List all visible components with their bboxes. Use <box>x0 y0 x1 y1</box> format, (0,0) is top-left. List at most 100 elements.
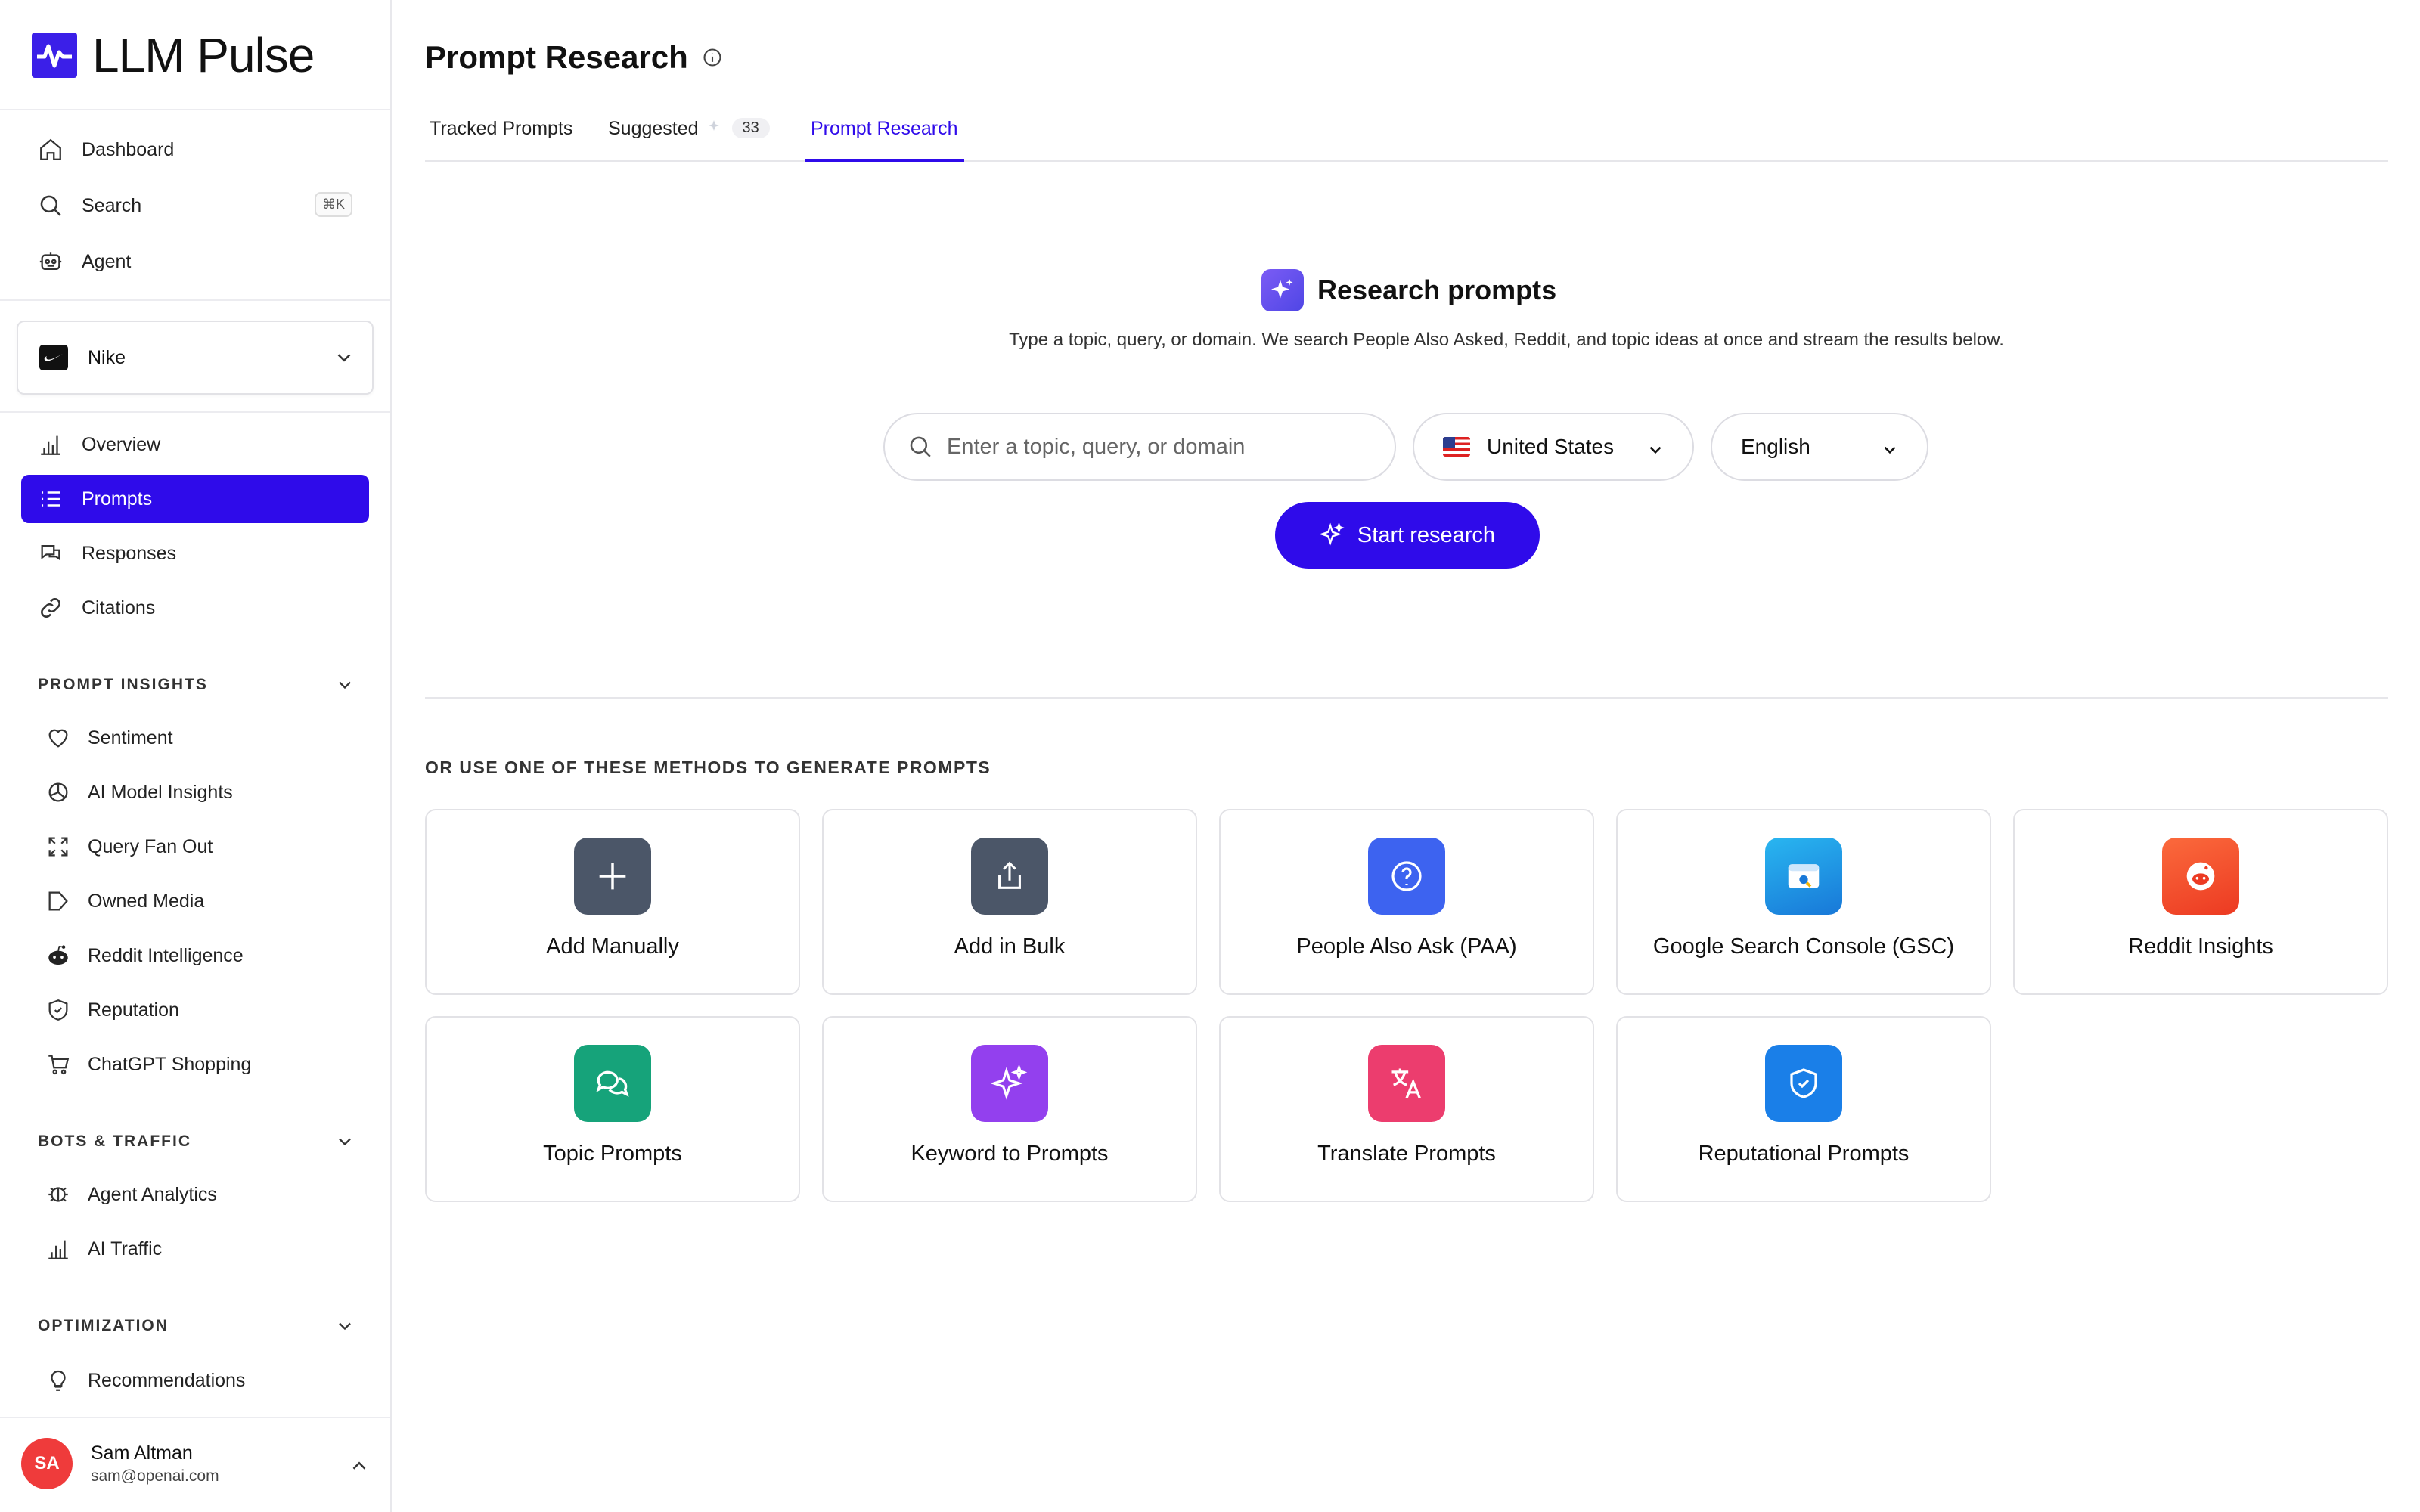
method-card-people-also-ask[interactable]: People Also Ask (PAA) <box>1219 809 1594 995</box>
tab-label: Prompt Research <box>811 118 958 139</box>
sidebar-item-prompts[interactable]: Prompts <box>21 475 369 523</box>
card-label: Add in Bulk <box>954 934 1066 959</box>
app-name: LLM Pulse <box>92 28 315 82</box>
bug-icon <box>48 1187 68 1202</box>
sidebar-item-label: Agent Analytics <box>88 1183 217 1205</box>
sidebar-item-sentiment[interactable]: Sentiment <box>45 715 363 761</box>
search-icon <box>40 195 61 216</box>
sidebar-item-dashboard[interactable]: Dashboard <box>21 125 369 174</box>
search-input-wrapper[interactable] <box>883 413 1396 481</box>
tab-tracked-prompts[interactable]: Tracked Prompts <box>430 118 572 162</box>
method-card-keyword-to-prompts[interactable]: Keyword to Prompts <box>822 1016 1197 1202</box>
card-label: Reputational Prompts <box>1698 1142 1910 1166</box>
divider <box>0 109 390 110</box>
research-heading: Research prompts <box>1261 269 1556 311</box>
brand-selector[interactable]: Nike <box>17 321 374 395</box>
sparkles-icon <box>1261 269 1304 311</box>
reddit-icon <box>48 945 68 965</box>
sidebar-item-owned-media[interactable]: Owned Media <box>45 878 363 924</box>
card-label: Add Manually <box>546 934 679 959</box>
bar-chart-icon <box>48 1240 68 1259</box>
method-card-reputational-prompts[interactable]: Reputational Prompts <box>1616 1016 1991 1202</box>
list-icon <box>42 491 60 507</box>
brand-name: Nike <box>88 346 126 368</box>
method-card-add-in-bulk[interactable]: Add in Bulk <box>822 809 1197 995</box>
section-header-optimization[interactable]: OPTIMIZATION <box>38 1315 355 1337</box>
info-icon[interactable] <box>702 47 723 68</box>
reddit-icon <box>2162 838 2239 915</box>
sidebar-item-chatgpt-shopping[interactable]: ChatGPT Shopping <box>45 1042 363 1087</box>
sidebar-item-ai-model-insights[interactable]: AI Model Insights <box>45 770 363 815</box>
sidebar-item-ai-traffic[interactable]: AI Traffic <box>45 1226 363 1272</box>
sparkles-icon <box>1319 522 1345 546</box>
divider <box>425 697 2388 699</box>
sidebar-item-label: Prompts <box>82 488 153 510</box>
chevron-down-icon <box>339 1322 351 1331</box>
pulse-logo-icon <box>32 33 77 78</box>
sidebar-item-label: Sentiment <box>88 727 173 748</box>
sidebar-item-label: Reddit Intelligence <box>88 944 244 966</box>
tag-icon <box>48 891 68 911</box>
card-label: People Also Ask (PAA) <box>1296 934 1517 959</box>
home-icon <box>40 138 61 160</box>
method-card-reddit-insights[interactable]: Reddit Insights <box>2013 809 2388 995</box>
tab-label: Tracked Prompts <box>430 118 573 139</box>
topic-search-input[interactable] <box>947 434 1370 460</box>
card-label: Topic Prompts <box>543 1142 682 1166</box>
sidebar-item-agent-analytics[interactable]: Agent Analytics <box>45 1172 363 1217</box>
sidebar-item-label: Dashboard <box>82 138 175 160</box>
tab-prompt-research[interactable]: Prompt Research <box>805 118 964 162</box>
method-card-gsc[interactable]: Google Search Console (GSC) <box>1616 809 1991 995</box>
language-select[interactable]: English <box>1711 413 1928 481</box>
user-name: Sam Altman <box>91 1442 193 1464</box>
section-title: BOTS & TRAFFIC <box>38 1132 191 1150</box>
user-menu[interactable]: SA Sam Altman sam@openai.com <box>21 1438 366 1489</box>
app-logo[interactable]: LLM Pulse <box>32 27 315 83</box>
tab-suggested[interactable]: Suggested 33 <box>608 118 770 162</box>
avatar: SA <box>21 1438 73 1489</box>
sidebar-item-label: Agent <box>82 250 132 272</box>
sidebar-item-agent[interactable]: Agent <box>21 237 369 286</box>
country-select[interactable]: United States <box>1413 413 1694 481</box>
sidebar-item-label: Search <box>82 194 142 216</box>
sidebar-item-overview[interactable]: Overview <box>21 420 369 469</box>
sidebar-item-reddit-intelligence[interactable]: Reddit Intelligence <box>45 933 363 978</box>
section-header-prompt-insights[interactable]: PROMPT INSIGHTS <box>38 674 355 696</box>
pie-icon <box>48 782 68 802</box>
country-value: United States <box>1487 435 1615 458</box>
sidebar-item-label: Query Fan Out <box>88 835 213 857</box>
chevron-down-icon <box>339 681 351 689</box>
page-header: Prompt Research <box>425 39 723 76</box>
research-description: Type a topic, query, or domain. We searc… <box>1009 330 2004 350</box>
sidebar-item-responses[interactable]: Responses <box>21 529 369 578</box>
section-header-bots-traffic[interactable]: BOTS & TRAFFIC <box>38 1131 355 1152</box>
shield-icon <box>48 999 68 1021</box>
start-research-button[interactable]: Start research <box>1275 502 1540 569</box>
translate-icon <box>1368 1045 1445 1122</box>
sidebar: LLM Pulse Dashboard Search ⌘K Agent Nike… <box>0 0 392 1512</box>
methods-heading: OR USE ONE OF THESE METHODS TO GENERATE … <box>425 758 991 777</box>
sidebar-item-search[interactable]: Search ⌘K <box>21 181 369 230</box>
shield-check-icon <box>1765 1045 1842 1122</box>
tab-label: Suggested <box>608 118 699 139</box>
chevron-down-icon <box>1884 446 1896 454</box>
console-icon <box>1765 838 1842 915</box>
sidebar-item-label: AI Model Insights <box>88 781 233 803</box>
upload-icon <box>971 838 1048 915</box>
chevron-down-icon <box>339 1138 351 1146</box>
sidebar-item-label: Citations <box>82 596 156 618</box>
robot-icon <box>39 252 62 271</box>
bar-chart-icon <box>41 435 60 455</box>
sparkles-icon <box>971 1045 1048 1122</box>
method-card-translate-prompts[interactable]: Translate Prompts <box>1219 1016 1594 1202</box>
sidebar-item-label: Owned Media <box>88 890 205 912</box>
sidebar-item-query-fan-out[interactable]: Query Fan Out <box>45 824 363 869</box>
page-title: Prompt Research <box>425 39 688 75</box>
sidebar-item-citations[interactable]: Citations <box>21 584 369 632</box>
sidebar-item-reputation[interactable]: Reputation <box>45 987 363 1033</box>
heart-icon <box>48 729 68 748</box>
divider <box>0 411 390 413</box>
sidebar-item-recommendations[interactable]: Recommendations <box>45 1358 363 1403</box>
method-card-add-manually[interactable]: Add Manually <box>425 809 800 995</box>
method-card-topic-prompts[interactable]: Topic Prompts <box>425 1016 800 1202</box>
